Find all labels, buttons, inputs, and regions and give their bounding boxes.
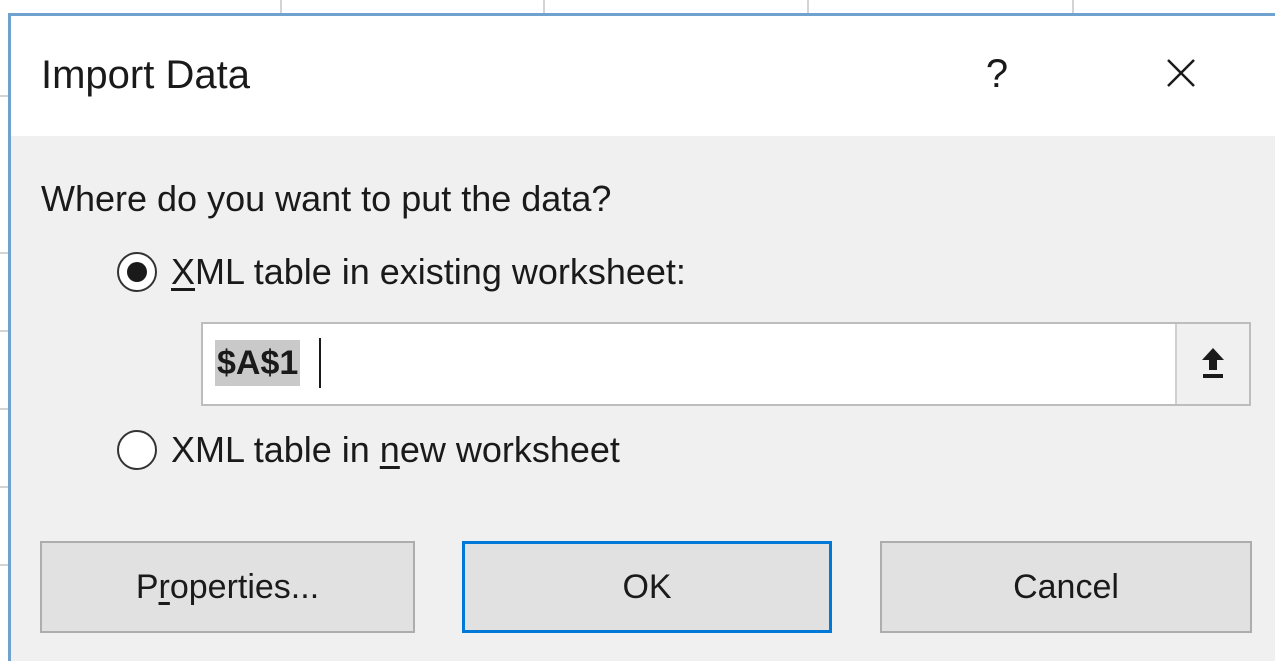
placement-question-label: Where do you want to put the data? (41, 178, 612, 219)
access-key: n (379, 429, 400, 470)
help-icon: ? (985, 52, 1009, 96)
dialog-title: Import Data (41, 53, 250, 97)
access-key: X (171, 251, 196, 292)
radio-existing-worksheet-label: XML table in existing worksheet: (171, 251, 686, 293)
ok-button-label: OK (622, 567, 672, 606)
button-label: operties... (169, 567, 320, 606)
radio-new-worksheet-label: XML table in new worksheet (171, 429, 620, 471)
radio-button-unchecked[interactable] (117, 430, 157, 470)
button-label: P (135, 567, 159, 606)
grid-line (543, 0, 545, 14)
grid-line (280, 0, 282, 14)
ok-button[interactable]: OK (462, 541, 832, 633)
radio-new-worksheet[interactable]: XML table in new worksheet (117, 426, 620, 474)
close-icon (1167, 59, 1195, 87)
text-caret (319, 338, 321, 388)
help-button[interactable]: ? (977, 46, 1017, 102)
collapse-dialog-icon (1202, 348, 1224, 378)
collapse-dialog-button[interactable] (1175, 324, 1249, 404)
radio-button-checked[interactable] (117, 252, 157, 292)
cancel-button[interactable]: Cancel (880, 541, 1252, 633)
range-reference-field[interactable]: $A$1 (201, 322, 1251, 406)
grid-line (807, 0, 809, 14)
import-data-dialog: Import Data ? Where do you want to put t… (8, 13, 1275, 661)
radio-existing-worksheet[interactable]: XML table in existing worksheet: (117, 248, 686, 296)
cancel-button-label: Cancel (1013, 567, 1119, 606)
label-text: XML table in (171, 429, 380, 470)
properties-button[interactable]: Pr operties... (40, 541, 415, 633)
label-text: ew worksheet (399, 429, 620, 470)
access-key: r (158, 567, 170, 606)
grid-line (1072, 0, 1074, 14)
dialog-title-bar: Import Data ? (11, 16, 1275, 136)
label-text: ML table in existing worksheet: (195, 251, 686, 292)
range-input-value[interactable]: $A$1 (215, 340, 301, 386)
close-button[interactable] (1151, 46, 1211, 102)
